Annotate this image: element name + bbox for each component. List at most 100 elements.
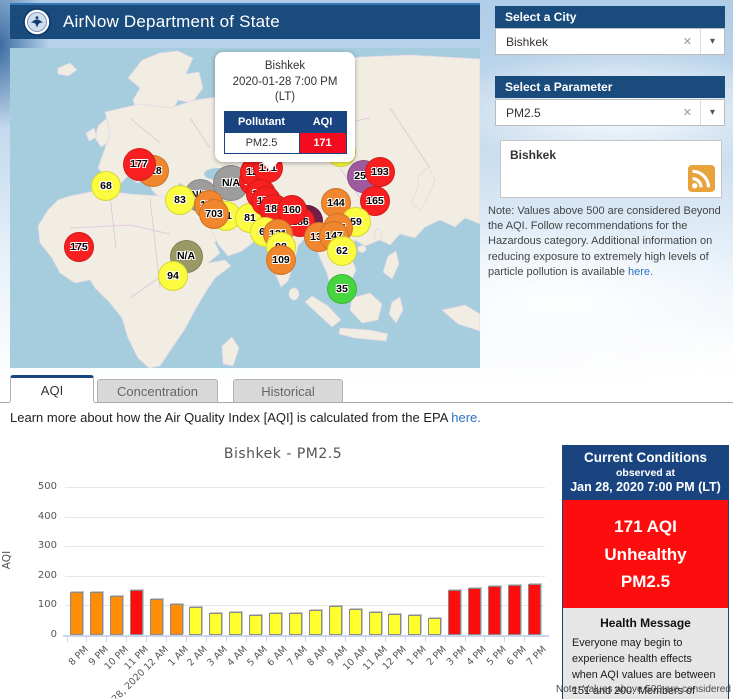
- chart-bar[interactable]: [189, 606, 203, 635]
- sidebar-note-link[interactable]: here.: [628, 266, 653, 278]
- x-axis-tickmark: [524, 637, 526, 642]
- chart-bar[interactable]: [408, 615, 422, 635]
- y-axis-tick: 100: [37, 599, 57, 611]
- x-axis-tickmark: [424, 637, 426, 642]
- aqi-marker[interactable]: 35: [327, 274, 357, 304]
- chart-bar[interactable]: [348, 608, 362, 635]
- learn-more-text: Learn more about how the Air Quality Ind…: [10, 410, 481, 425]
- chart-bar[interactable]: [209, 612, 223, 635]
- x-axis-tickmark: [166, 637, 167, 642]
- gridline: [65, 546, 545, 548]
- x-axis-tickmark: [384, 637, 386, 642]
- city-select[interactable]: Bishkek ✕ ▾: [495, 28, 725, 55]
- tab-aqi[interactable]: AQI: [10, 375, 94, 402]
- tab-strip: AQI Concentration Historical: [0, 375, 733, 403]
- x-axis-tickmark: [285, 637, 287, 642]
- x-axis-tickmark: [205, 637, 207, 642]
- aqi-marker[interactable]: 109: [266, 245, 296, 275]
- x-axis-tickmark: [146, 637, 148, 642]
- current-conditions-body: 171 AQI Unhealthy PM2.5 Health Message E…: [562, 500, 729, 699]
- current-conditions-header: Current Conditions observed at Jan 28, 2…: [562, 445, 729, 500]
- chart-bar[interactable]: [249, 614, 263, 635]
- chart-bar[interactable]: [328, 606, 342, 635]
- popup-city: Bishkek: [264, 60, 306, 72]
- observed-time: Jan 28, 2020 7:00 PM (LT): [570, 480, 721, 494]
- parameter-select[interactable]: PM2.5 ✕ ▾: [495, 99, 725, 126]
- chart-bar[interactable]: [308, 609, 322, 635]
- tab-concentration[interactable]: Concentration: [97, 379, 218, 402]
- chart-bar[interactable]: [527, 584, 541, 635]
- x-axis-tick: 1 AM: [165, 644, 191, 669]
- popup-col-aqi: AQI: [298, 110, 347, 133]
- x-axis-tickmark: [225, 637, 227, 642]
- chart-bar[interactable]: [468, 587, 481, 635]
- x-axis-tickmark: [185, 637, 187, 642]
- feed-box: Bishkek: [500, 140, 722, 198]
- aqi-marker[interactable]: 703: [199, 199, 229, 229]
- tab-historical[interactable]: Historical: [233, 379, 343, 402]
- learn-more-link[interactable]: here.: [451, 410, 481, 425]
- city-select-value: Bishkek: [506, 34, 549, 49]
- y-axis-tick: 400: [37, 510, 57, 522]
- popup-col-pollutant: Pollutant: [223, 110, 300, 133]
- aqi-marker[interactable]: 94: [158, 261, 188, 291]
- gridline: [65, 516, 545, 518]
- chart-bar[interactable]: [269, 612, 282, 635]
- chart-bar[interactable]: [388, 614, 402, 635]
- chart-bar[interactable]: [109, 595, 123, 635]
- chart-bar[interactable]: [428, 617, 442, 635]
- gridline: [65, 487, 545, 488]
- popup-aqi-value: 171: [298, 131, 347, 154]
- aqi-marker[interactable]: 175: [64, 232, 94, 262]
- clear-icon[interactable]: ✕: [675, 106, 700, 119]
- aqi-value: 171 AQI: [614, 517, 677, 536]
- current-conditions-panel: Current Conditions observed at Jan 28, 2…: [562, 445, 729, 699]
- app-title: AirNow Department of State: [63, 12, 280, 31]
- chart-bar[interactable]: [149, 598, 163, 635]
- chart-bar[interactable]: [487, 586, 501, 635]
- aqi-summary: 171 AQI Unhealthy PM2.5: [563, 500, 728, 608]
- x-axis-tick: 3 PM: [444, 644, 469, 669]
- x-axis-tickmark: [365, 637, 366, 642]
- y-axis-tick: 200: [37, 569, 57, 581]
- aqi-marker[interactable]: 193: [365, 157, 395, 187]
- map-popup: Bishkek 2020-01-28 7:00 PM (LT) Pollutan…: [215, 52, 355, 171]
- dos-seal-icon: [23, 8, 51, 36]
- x-axis-tickmark: [245, 637, 247, 642]
- popup-title: Bishkek 2020-01-28 7:00 PM (LT): [221, 59, 349, 106]
- footer-note: Note: Values above 500 are considered: [556, 684, 731, 695]
- observed-at-label: observed at: [616, 467, 675, 479]
- select-city-header: Select a City: [495, 6, 725, 28]
- chart-bar[interactable]: [368, 611, 382, 635]
- select-parameter-label: Select a Parameter: [505, 80, 613, 94]
- chart-bar[interactable]: [169, 603, 183, 635]
- chart-bar[interactable]: [229, 611, 243, 635]
- aqi-marker[interactable]: 83: [165, 185, 195, 215]
- chart-bar[interactable]: [507, 584, 521, 635]
- map-panel[interactable]: 17568128177N/A83N/A1233170381N/A94153128…: [10, 48, 480, 368]
- rss-icon[interactable]: [688, 165, 715, 192]
- app-header: AirNow Department of State: [10, 3, 480, 39]
- chevron-down-icon[interactable]: ▾: [699, 100, 724, 125]
- aqi-marker[interactable]: 177: [122, 147, 156, 181]
- aqi-marker[interactable]: 62: [327, 236, 357, 266]
- aqi-category: Unhealthy: [604, 544, 687, 564]
- x-axis-tickmark: [504, 637, 506, 642]
- chart-bar[interactable]: [448, 590, 462, 635]
- x-axis-tick: 6 AM: [265, 644, 290, 669]
- health-message-title: Health Message: [600, 615, 691, 630]
- x-axis-tick: 7 PM: [524, 644, 549, 669]
- x-axis-tick: 8 PM: [66, 644, 91, 669]
- x-axis-tickmark: [464, 637, 466, 642]
- chart-bar[interactable]: [89, 592, 103, 635]
- chart-bar[interactable]: [288, 612, 302, 635]
- chart-bar[interactable]: [129, 590, 143, 635]
- y-axis-tick: 300: [37, 540, 57, 552]
- chart-bar[interactable]: [70, 592, 83, 635]
- x-axis-tick: 1 PM: [405, 644, 430, 669]
- clear-icon[interactable]: ✕: [675, 35, 700, 48]
- chevron-down-icon[interactable]: ▾: [699, 29, 724, 54]
- aqi-marker[interactable]: 68: [91, 171, 121, 201]
- x-axis-tickmark: [86, 637, 88, 642]
- popup-datetime: 2020-01-28 7:00 PM (LT): [232, 75, 338, 104]
